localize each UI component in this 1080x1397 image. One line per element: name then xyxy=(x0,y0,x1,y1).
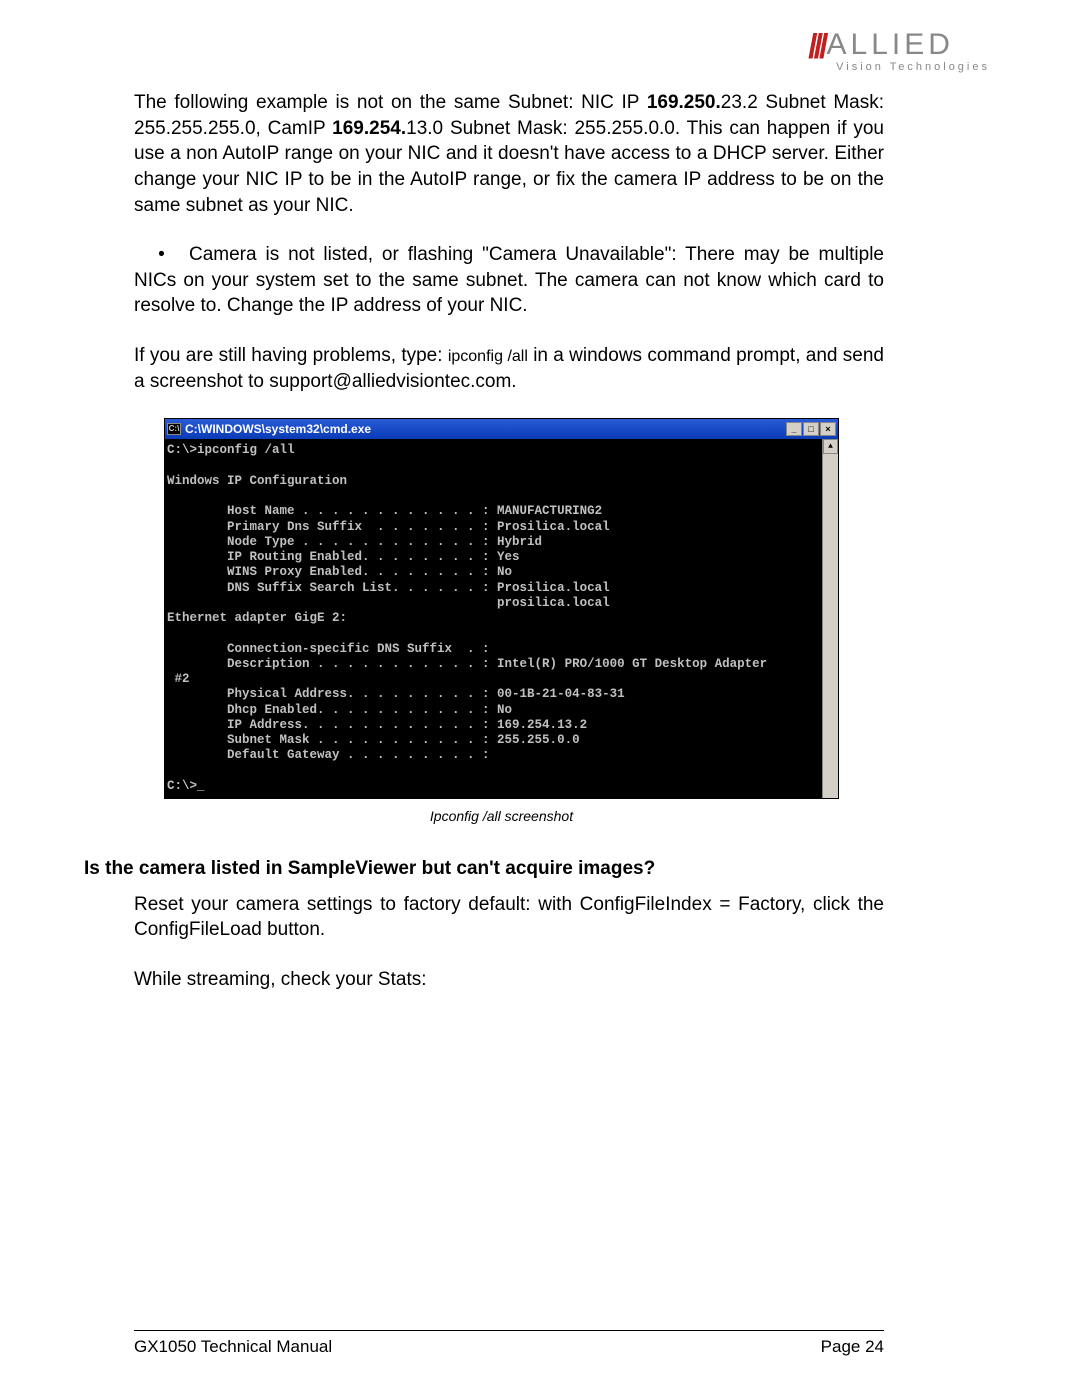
paragraph-camera-unavailable: •Camera is not listed, or flashing "Came… xyxy=(134,242,884,319)
inline-command: ipconfig /all xyxy=(448,348,528,365)
cmd-icon: C:\ xyxy=(167,423,181,435)
bullet-icon: • xyxy=(134,242,189,268)
section-heading: Is the camera listed in SampleViewer but… xyxy=(84,856,884,882)
cmd-window-screenshot: C:\ C:\WINDOWS\system32\cmd.exe _ □ × C:… xyxy=(164,418,839,799)
footer-page-number: Page 24 xyxy=(821,1337,884,1357)
cmd-titlebar: C:\ C:\WINDOWS\system32\cmd.exe _ □ × xyxy=(165,419,838,439)
paragraph-check-stats: While streaming, check your Stats: xyxy=(134,967,884,993)
screenshot-caption: Ipconfig /all screenshot xyxy=(164,807,839,826)
scroll-up-icon: ▲ xyxy=(823,439,838,454)
cmd-title: C:\WINDOWS\system32\cmd.exe xyxy=(185,421,786,437)
minimize-icon: _ xyxy=(786,422,802,436)
footer-doc-title: GX1050 Technical Manual xyxy=(134,1337,332,1357)
maximize-icon: □ xyxy=(803,422,819,436)
paragraph-ipconfig-instruction: If you are still having problems, type: … xyxy=(134,343,884,394)
paragraph-subnet-example: The following example is not on the same… xyxy=(134,90,884,218)
cmd-scrollbar: ▲ xyxy=(822,439,838,798)
page-footer: GX1050 Technical Manual Page 24 xyxy=(134,1330,884,1357)
cmd-output: C:\>ipconfig /all Windows IP Configurati… xyxy=(165,439,822,798)
close-icon: × xyxy=(820,422,836,436)
paragraph-factory-reset: Reset your camera settings to factory de… xyxy=(134,892,884,943)
